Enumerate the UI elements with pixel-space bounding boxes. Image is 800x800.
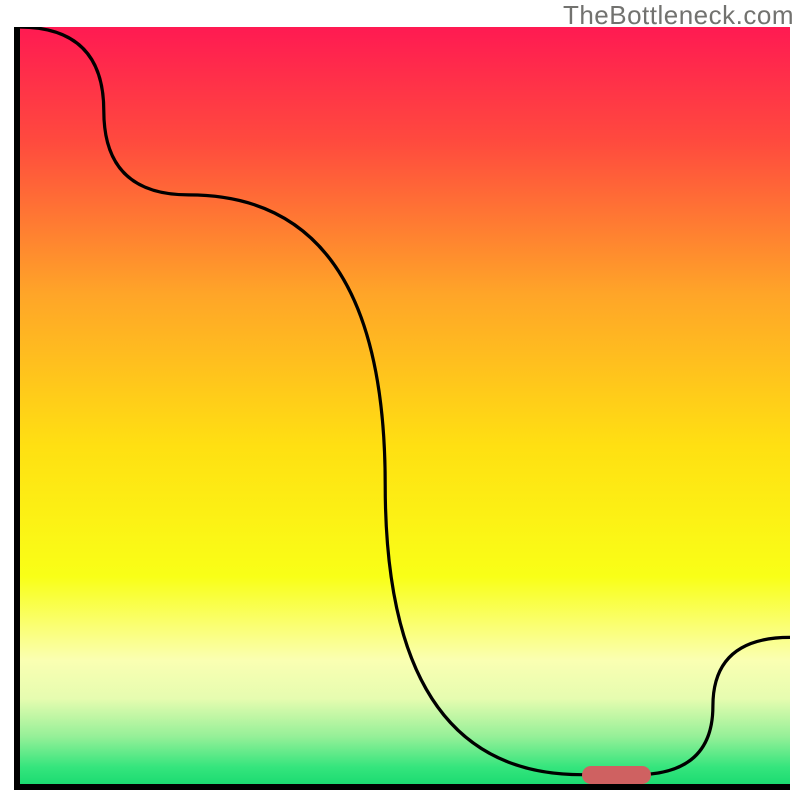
plot-area xyxy=(19,27,790,790)
x-axis xyxy=(14,784,790,790)
y-axis xyxy=(14,27,20,790)
optimal-range-marker xyxy=(582,766,651,784)
watermark-text: TheBottleneck.com xyxy=(563,0,794,31)
heat-gradient xyxy=(19,27,790,790)
chart-frame: TheBottleneck.com xyxy=(0,0,800,800)
